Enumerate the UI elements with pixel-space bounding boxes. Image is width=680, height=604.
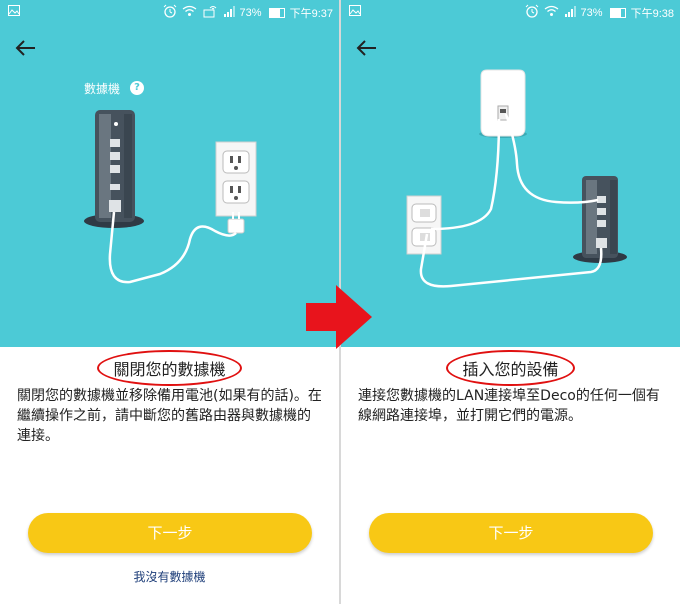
deco-illustration bbox=[479, 69, 527, 138]
question-icon[interactable]: ? bbox=[130, 81, 144, 95]
modem-illustration bbox=[84, 110, 144, 228]
page-description: 關閉您的數據機並移除備用電池(如果有的話)。在繼續操作之前，請中斷您的舊路由器與… bbox=[17, 388, 322, 444]
next-button[interactable]: 下一步 bbox=[28, 513, 312, 553]
hotspot-icon bbox=[202, 4, 218, 21]
back-arrow-icon[interactable] bbox=[14, 38, 38, 58]
gallery-icon bbox=[349, 5, 361, 19]
hero-illustration: 數據機 ? bbox=[0, 24, 339, 347]
signal-icon bbox=[564, 5, 576, 20]
page-title: 插入您的設備 bbox=[446, 350, 575, 386]
alarm-icon bbox=[525, 4, 539, 21]
gallery-icon bbox=[8, 5, 20, 19]
page-description: 連接您數據機的LAN連接埠至Deco的任何一個有線網路連接埠，並打開它們的電源。 bbox=[358, 388, 660, 424]
back-arrow-icon[interactable] bbox=[355, 38, 379, 58]
page-title: 關閉您的數據機 bbox=[97, 350, 242, 386]
modem-power-cable bbox=[419, 233, 603, 288]
battery-icon bbox=[268, 7, 285, 18]
wall-outlet-illustration bbox=[215, 141, 257, 234]
screen-plug-in-devices: 73% 下午9:38 插入您的設備 連接您數據機的LAN連接埠至Deco的任何一… bbox=[341, 0, 680, 604]
hero-illustration bbox=[341, 24, 680, 347]
screen-turn-off-modem: 73% 下午9:37 數據機 ? 關閉您的數據機 關閉您的數據機並移除備用電池(… bbox=[0, 0, 339, 604]
wifi-icon bbox=[182, 5, 197, 20]
clock: 下午9:38 bbox=[630, 7, 674, 20]
status-bar: 73% 下午9:38 bbox=[341, 0, 680, 24]
next-button[interactable]: 下一步 bbox=[369, 513, 653, 553]
status-bar: 73% 下午9:37 bbox=[0, 0, 339, 24]
modem-label: 數據機 bbox=[84, 82, 121, 96]
alarm-icon bbox=[163, 4, 177, 21]
battery-icon bbox=[609, 7, 626, 18]
no-modem-link[interactable]: 我沒有數據機 bbox=[0, 568, 339, 585]
battery-percent: 73% bbox=[239, 6, 262, 19]
red-arrow-icon bbox=[306, 285, 372, 349]
clock: 下午9:37 bbox=[289, 7, 333, 20]
battery-percent: 73% bbox=[580, 6, 603, 19]
wifi-icon bbox=[544, 5, 559, 20]
signal-icon bbox=[223, 5, 235, 20]
